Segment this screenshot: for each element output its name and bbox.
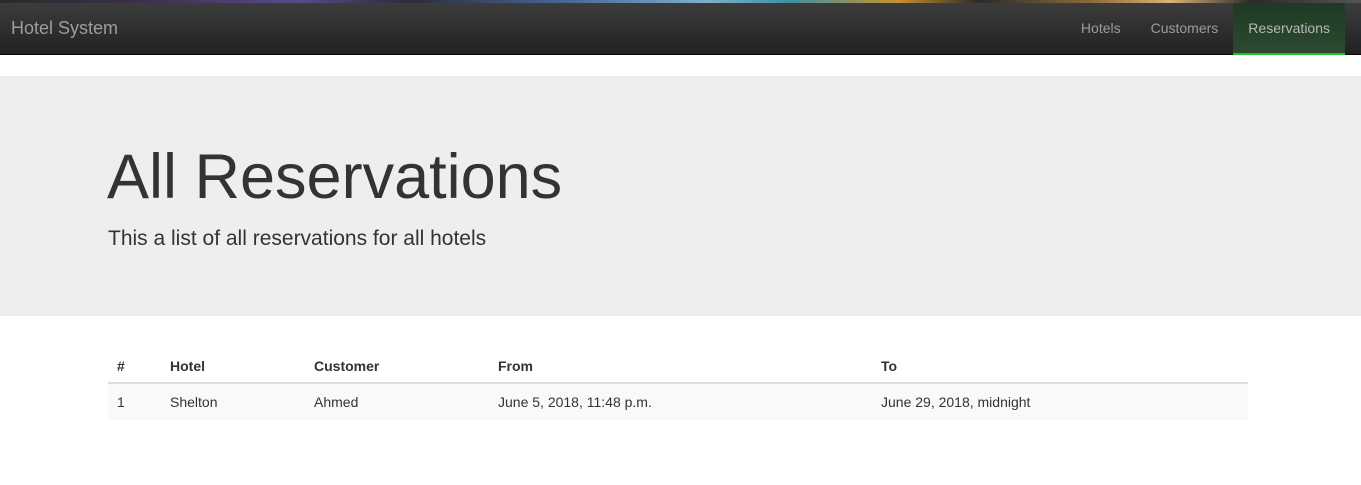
- cell-from: June 5, 2018, 11:48 p.m.: [489, 382, 872, 420]
- cell-to: June 29, 2018, midnight: [872, 382, 1248, 420]
- column-header-hotel: Hotel: [161, 344, 305, 384]
- jumbotron: All Reservations This a list of all rese…: [0, 76, 1361, 316]
- navbar: Hotel System Hotels Customers Reservatio…: [0, 3, 1361, 55]
- page-subtitle: This a list of all reservations for all …: [108, 227, 487, 250]
- nav-menu: Hotels Customers Reservations: [1066, 3, 1345, 55]
- column-header-number: #: [108, 344, 161, 384]
- cell-customer: Ahmed: [305, 382, 489, 420]
- reservations-table-container: # Hotel Customer From To 1 Shelton Ahmed…: [108, 344, 1248, 420]
- reservations-table: # Hotel Customer From To 1 Shelton Ahmed…: [108, 344, 1248, 420]
- column-header-customer: Customer: [305, 344, 489, 384]
- table-header-row: # Hotel Customer From To: [108, 344, 1248, 384]
- brand-link[interactable]: Hotel System: [11, 3, 118, 55]
- cell-hotel: Shelton: [161, 382, 305, 420]
- page-title: All Reservations: [107, 142, 563, 212]
- column-header-from: From: [489, 344, 872, 384]
- column-header-to: To: [872, 344, 1248, 384]
- table-row: 1 Shelton Ahmed June 5, 2018, 11:48 p.m.…: [108, 382, 1248, 420]
- nav-item-reservations[interactable]: Reservations: [1233, 3, 1345, 55]
- nav-item-hotels[interactable]: Hotels: [1066, 3, 1136, 55]
- cell-number: 1: [108, 382, 161, 420]
- nav-item-customers[interactable]: Customers: [1136, 3, 1234, 55]
